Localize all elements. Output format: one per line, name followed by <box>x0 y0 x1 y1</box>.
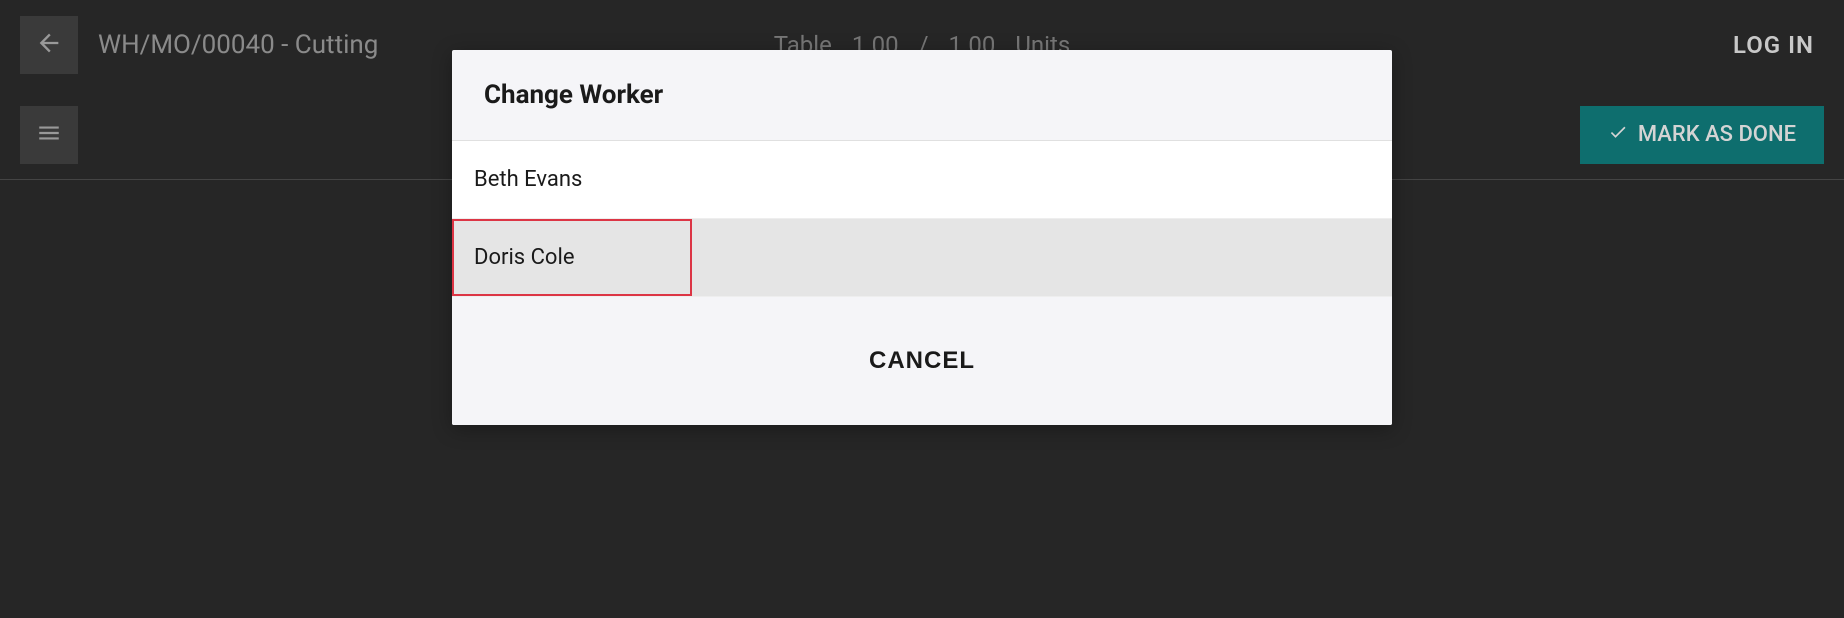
worker-item[interactable]: Doris Cole <box>452 219 1392 297</box>
modal-body: Beth Evans Doris Cole <box>452 141 1392 297</box>
worker-name: Beth Evans <box>474 167 582 192</box>
modal-overlay: Change Worker Beth Evans Doris Cole CANC… <box>0 0 1844 618</box>
worker-name: Doris Cole <box>474 245 574 270</box>
modal-footer: CANCEL <box>452 297 1392 425</box>
modal-header: Change Worker <box>452 50 1392 141</box>
worker-item[interactable]: Beth Evans <box>452 141 1392 219</box>
cancel-button[interactable]: CANCEL <box>869 347 975 375</box>
change-worker-modal: Change Worker Beth Evans Doris Cole CANC… <box>452 50 1392 425</box>
modal-title: Change Worker <box>484 80 1360 110</box>
